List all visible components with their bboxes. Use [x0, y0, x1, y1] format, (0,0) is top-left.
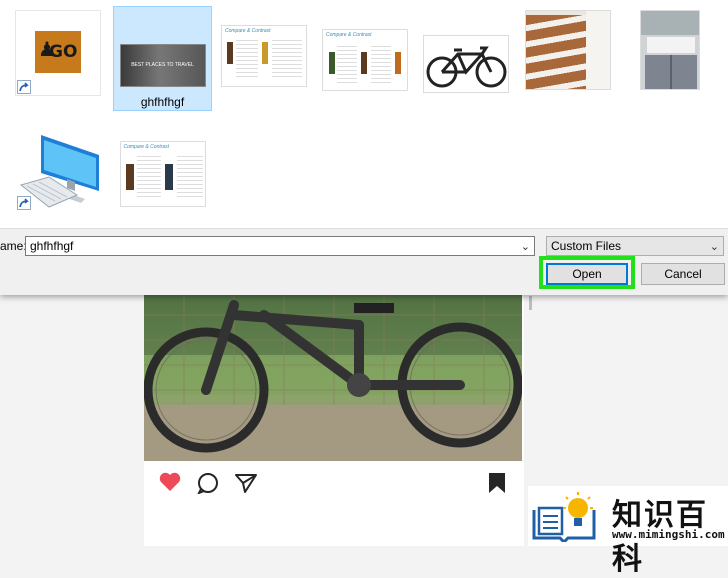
file-list: GO ♟ BEST PLACES TO TRAVEL ghfhfhgf Comp…: [0, 0, 728, 228]
chevron-down-icon[interactable]: ⌄: [710, 240, 719, 254]
file-type-select[interactable]: Custom Files ⌄: [546, 236, 724, 256]
file-thumbnail: BEST PLACES TO TRAVEL: [119, 44, 206, 87]
bicycle-icon: [426, 46, 507, 88]
book-bulb-logo-icon: [530, 492, 600, 547]
dialog-footer: ame: ghfhfhgf ⌄ Custom Files ⌄ Open Canc…: [0, 228, 728, 295]
file-item-game-shortcut[interactable]: GO ♟: [10, 6, 106, 111]
post-photo: [144, 295, 522, 461]
open-button[interactable]: Open: [546, 263, 628, 285]
file-type-value: Custom Files: [551, 239, 622, 253]
cancel-button[interactable]: Cancel: [641, 263, 725, 285]
filename-label: ame:: [0, 239, 27, 253]
file-item-computer-shortcut[interactable]: [10, 112, 106, 217]
file-thumbnail: Compare & Contrast: [322, 29, 408, 91]
thumbnail-caption: BEST PLACES TO TRAVEL: [131, 62, 194, 68]
watermark-url: www.mimingshi.com: [612, 528, 725, 541]
file-item-bicycle-image[interactable]: [418, 6, 514, 111]
file-item-ghfhfhgf[interactable]: BEST PLACES TO TRAVEL ghfhfhgf: [113, 6, 212, 111]
shortcut-arrow-icon: [17, 80, 31, 94]
file-thumbnail: [640, 10, 700, 90]
file-label: ghfhfhgf: [140, 95, 185, 109]
file-thumbnail: Compare & Contrast: [221, 25, 307, 87]
filename-value: ghfhfhgf: [30, 239, 74, 253]
shortcut-arrow-icon: [17, 196, 31, 210]
file-thumbnail: Compare & Contrast: [119, 141, 206, 207]
page-scrollbar[interactable]: [529, 296, 532, 310]
soldier-icon: ♟: [38, 39, 56, 61]
filename-input[interactable]: ghfhfhgf ⌄: [25, 236, 535, 256]
file-thumbnail: [423, 35, 509, 93]
file-open-dialog: GO ♟ BEST PLACES TO TRAVEL ghfhfhgf Comp…: [0, 0, 728, 295]
file-item-document[interactable]: Compare & Contrast: [216, 6, 312, 111]
document-title: Compare & Contrast: [123, 144, 170, 150]
document-title: Compare & Contrast: [225, 28, 271, 34]
bookmark-icon[interactable]: [487, 472, 507, 499]
document-title: Compare & Contrast: [326, 32, 372, 38]
file-item-stairs-image[interactable]: [520, 6, 616, 111]
file-item-kitchen-image[interactable]: [622, 6, 718, 111]
share-icon[interactable]: [234, 472, 258, 499]
heart-icon[interactable]: [159, 472, 181, 497]
watermark: 知识百科 www.mimingshi.com: [528, 486, 728, 577]
comment-icon[interactable]: [196, 472, 219, 499]
file-thumbnail: [525, 10, 611, 90]
chevron-down-icon[interactable]: ⌄: [521, 240, 530, 254]
file-item-document[interactable]: Compare & Contrast: [113, 112, 212, 217]
computer-icon: [19, 133, 101, 214]
file-item-document[interactable]: Compare & Contrast: [317, 6, 413, 111]
game-logo-icon: GO ♟: [35, 31, 81, 73]
